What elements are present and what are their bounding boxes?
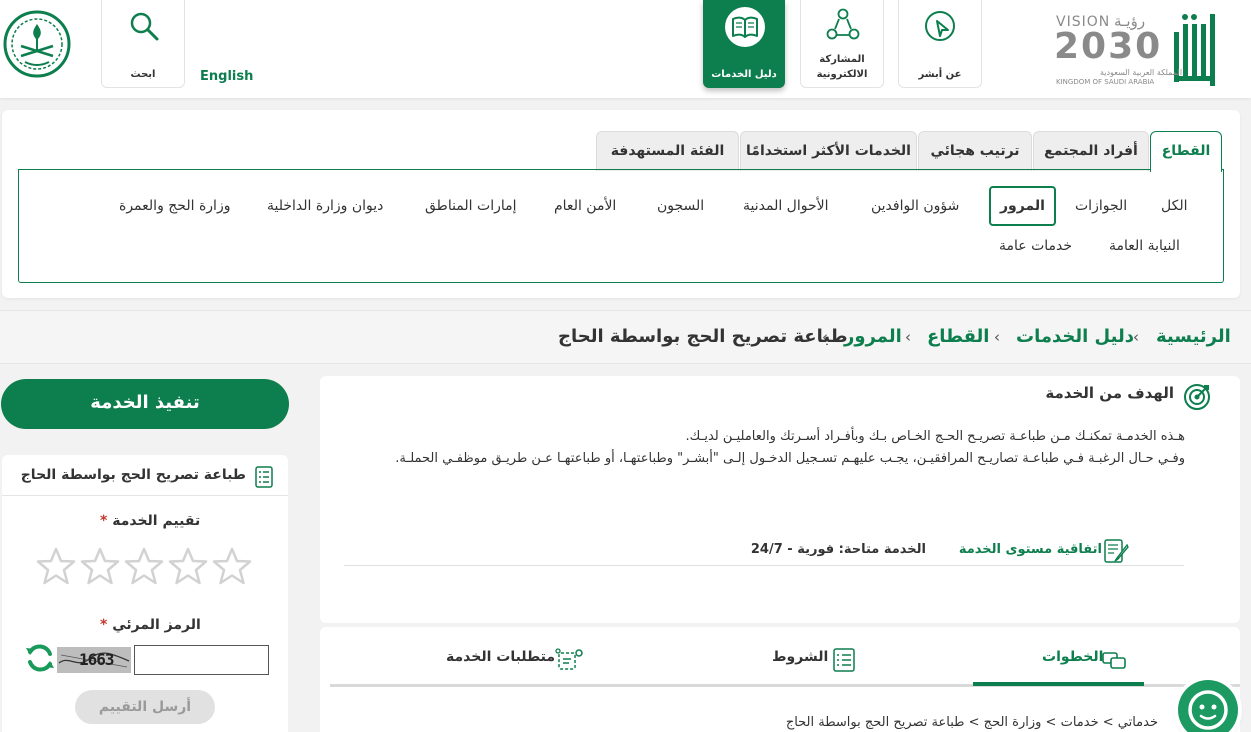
service-details-tabs: الخطوات الشروط متطلبات الخدمة خدماتي > خ…: [320, 627, 1240, 732]
required-mark: *: [100, 513, 108, 529]
e-participation-label-2: الالكترونية: [816, 69, 868, 80]
sector-item-public-security[interactable]: الأمن العام: [554, 196, 616, 216]
captcha-field-label: * الرمز المرئي: [100, 617, 201, 633]
sector-item-traffic[interactable]: المرور: [989, 186, 1056, 226]
search-label: ابحث: [130, 69, 156, 80]
breadcrumb-separator: ‹: [905, 328, 911, 346]
kingdom-en-text: KINGDOM OF SAUDI ARABIA: [1056, 78, 1155, 86]
e-participation-button[interactable]: المشاركة الالكترونية: [800, 0, 884, 88]
checklist-icon: [833, 648, 855, 672]
sector-item-regions[interactable]: إمارات المناطق: [425, 196, 517, 216]
tab-target-group[interactable]: الفئة المستهدفة: [596, 131, 739, 171]
e-participation-label-1: المشاركة: [819, 54, 865, 65]
tab-steps[interactable]: الخطوات: [1042, 649, 1103, 665]
sla-link[interactable]: اتفاقية مستوى الخدمة: [959, 542, 1102, 557]
document-list-icon: [255, 466, 273, 488]
rating-card-title: طباعة تصريح الحج بواسطة الحاج: [20, 467, 246, 483]
breadcrumb-current-page: طباعة تصريح الحج بواسطة الحاج: [558, 326, 848, 347]
search-button[interactable]: ابحث: [101, 0, 185, 88]
service-goal-card: الهدف من الخدمة هـذه الخدمـة تمكنـك مـن …: [320, 376, 1240, 623]
sector-item-public-prosecution[interactable]: النيابة العامة: [1109, 236, 1180, 256]
goal-paragraph: هـذه الخدمـة تمكنـك مـن طباعـة تصريـح ال…: [685, 429, 1185, 444]
steps-icon: [1102, 652, 1126, 669]
required-mark: *: [100, 617, 108, 633]
english-language-link[interactable]: English: [200, 69, 253, 84]
star-rating-1[interactable]: [36, 546, 76, 586]
goal-description: هـذه الخدمـة تمكنـك مـن طباعـة تصريـح ال…: [368, 426, 1185, 470]
steps-path-text: خدماتي > خدمات > وزارة الحج > طباعة تصري…: [785, 715, 1158, 730]
tab-conditions[interactable]: الشروط: [772, 649, 828, 665]
sector-item-civil-affairs[interactable]: الأحوال المدنية: [743, 196, 829, 216]
sla-row: اتفاقية مستوى الخدمة الخدمة متاحة: فورية…: [344, 534, 1184, 566]
cursor-circle-icon: [925, 11, 955, 41]
about-absher-button[interactable]: عن أبشر: [898, 0, 982, 88]
vision-2030-logo: VISION رؤيـة 2030 المملكة العربية السعود…: [1052, 12, 1182, 88]
sector-item-all[interactable]: الكل: [1161, 196, 1188, 216]
breadcrumb-separator: ‹: [994, 328, 1000, 346]
availability-value: الخدمة متاحة: فورية - 24/7: [750, 542, 926, 557]
captcha-label-text: الرمز المرئي: [112, 617, 201, 633]
ministry-emblem-logo[interactable]: [3, 10, 71, 78]
sector-item-prisons[interactable]: السجون: [657, 196, 704, 216]
star-rating-4[interactable]: [168, 546, 208, 586]
requirements-icon: [555, 648, 583, 670]
top-header: VISION رؤيـة 2030 المملكة العربية السعود…: [0, 0, 1251, 98]
tab-community-members[interactable]: أفراد المجتمع: [1033, 131, 1149, 171]
breadcrumb-services-guide[interactable]: دليل الخدمات: [1016, 326, 1134, 347]
captcha-input[interactable]: [134, 645, 269, 675]
goal-paragraph: وفـي حـال الرغبـة فـي طباعـة تصاريـح الم…: [395, 451, 1185, 466]
sector-item-hajj-ministry[interactable]: وزارة الحج والعمرة: [119, 196, 230, 216]
goal-title: الهدف من الخدمة: [1045, 384, 1174, 402]
tab-most-used[interactable]: الخدمات الأكثر استخدامًا: [740, 131, 917, 171]
chat-support-button[interactable]: [1178, 680, 1238, 732]
sector-item-passports[interactable]: الجوازات: [1075, 196, 1127, 216]
chat-bot-icon: [1188, 690, 1228, 730]
send-rating-button[interactable]: أرسل التقييم: [75, 690, 215, 724]
sector-tabs-panel: القطاع أفراد المجتمع ترتيب هجائي الخدمات…: [2, 110, 1240, 298]
target-icon: [1184, 384, 1210, 410]
sector-item-general-services[interactable]: خدمات عامة: [999, 236, 1072, 256]
active-tab-indicator: [973, 682, 1144, 686]
breadcrumb-sector[interactable]: القطاع: [927, 326, 989, 347]
sector-list: الكل الجوازات المرور شؤون الوافدين الأحو…: [18, 169, 1224, 283]
about-absher-label: عن أبشر: [918, 69, 962, 80]
breadcrumb-home[interactable]: الرئيسية: [1156, 326, 1231, 347]
execute-service-button[interactable]: تنفيذ الخدمة: [1, 379, 289, 429]
sector-item-expatriates[interactable]: شؤون الوافدين: [871, 196, 959, 216]
star-rating-2[interactable]: [80, 546, 120, 586]
service-rating-card: طباعة تصريح الحج بواسطة الحاج * تقييم ال…: [2, 455, 288, 732]
breadcrumb: الرئيسية ‹ دليل الخدمات ‹ القطاع ‹ المرو…: [0, 310, 1251, 364]
star-rating-3[interactable]: [124, 546, 164, 586]
rating-label-text: تقييم الخدمة: [112, 513, 201, 529]
captcha-code: 1663: [79, 650, 115, 669]
contract-pen-icon: [1104, 539, 1129, 563]
divider: [2, 495, 288, 496]
star-rating-5[interactable]: [212, 546, 252, 586]
vision-year: 2030: [1054, 26, 1163, 67]
sector-item-interior-ministry[interactable]: ديوان وزارة الداخلية: [267, 196, 383, 216]
services-guide-label: دليل الخدمات: [711, 69, 777, 80]
network-icon: [826, 8, 860, 40]
book-icon: [725, 7, 765, 47]
kingdom-ar-text: المملكة العربية السعودية: [1100, 68, 1183, 77]
services-guide-button[interactable]: دليل الخدمات: [703, 0, 785, 88]
tab-sector[interactable]: القطاع: [1150, 131, 1222, 172]
tab-alphabetical[interactable]: ترتيب هجائي: [918, 131, 1032, 171]
tab-requirements[interactable]: متطلبات الخدمة: [446, 649, 555, 665]
captcha-image: 1663: [57, 647, 131, 673]
refresh-captcha-icon[interactable]: [24, 642, 56, 674]
rating-field-label: * تقييم الخدمة: [100, 513, 200, 529]
search-icon: [130, 12, 159, 41]
breadcrumb-traffic[interactable]: المرور: [844, 326, 902, 347]
